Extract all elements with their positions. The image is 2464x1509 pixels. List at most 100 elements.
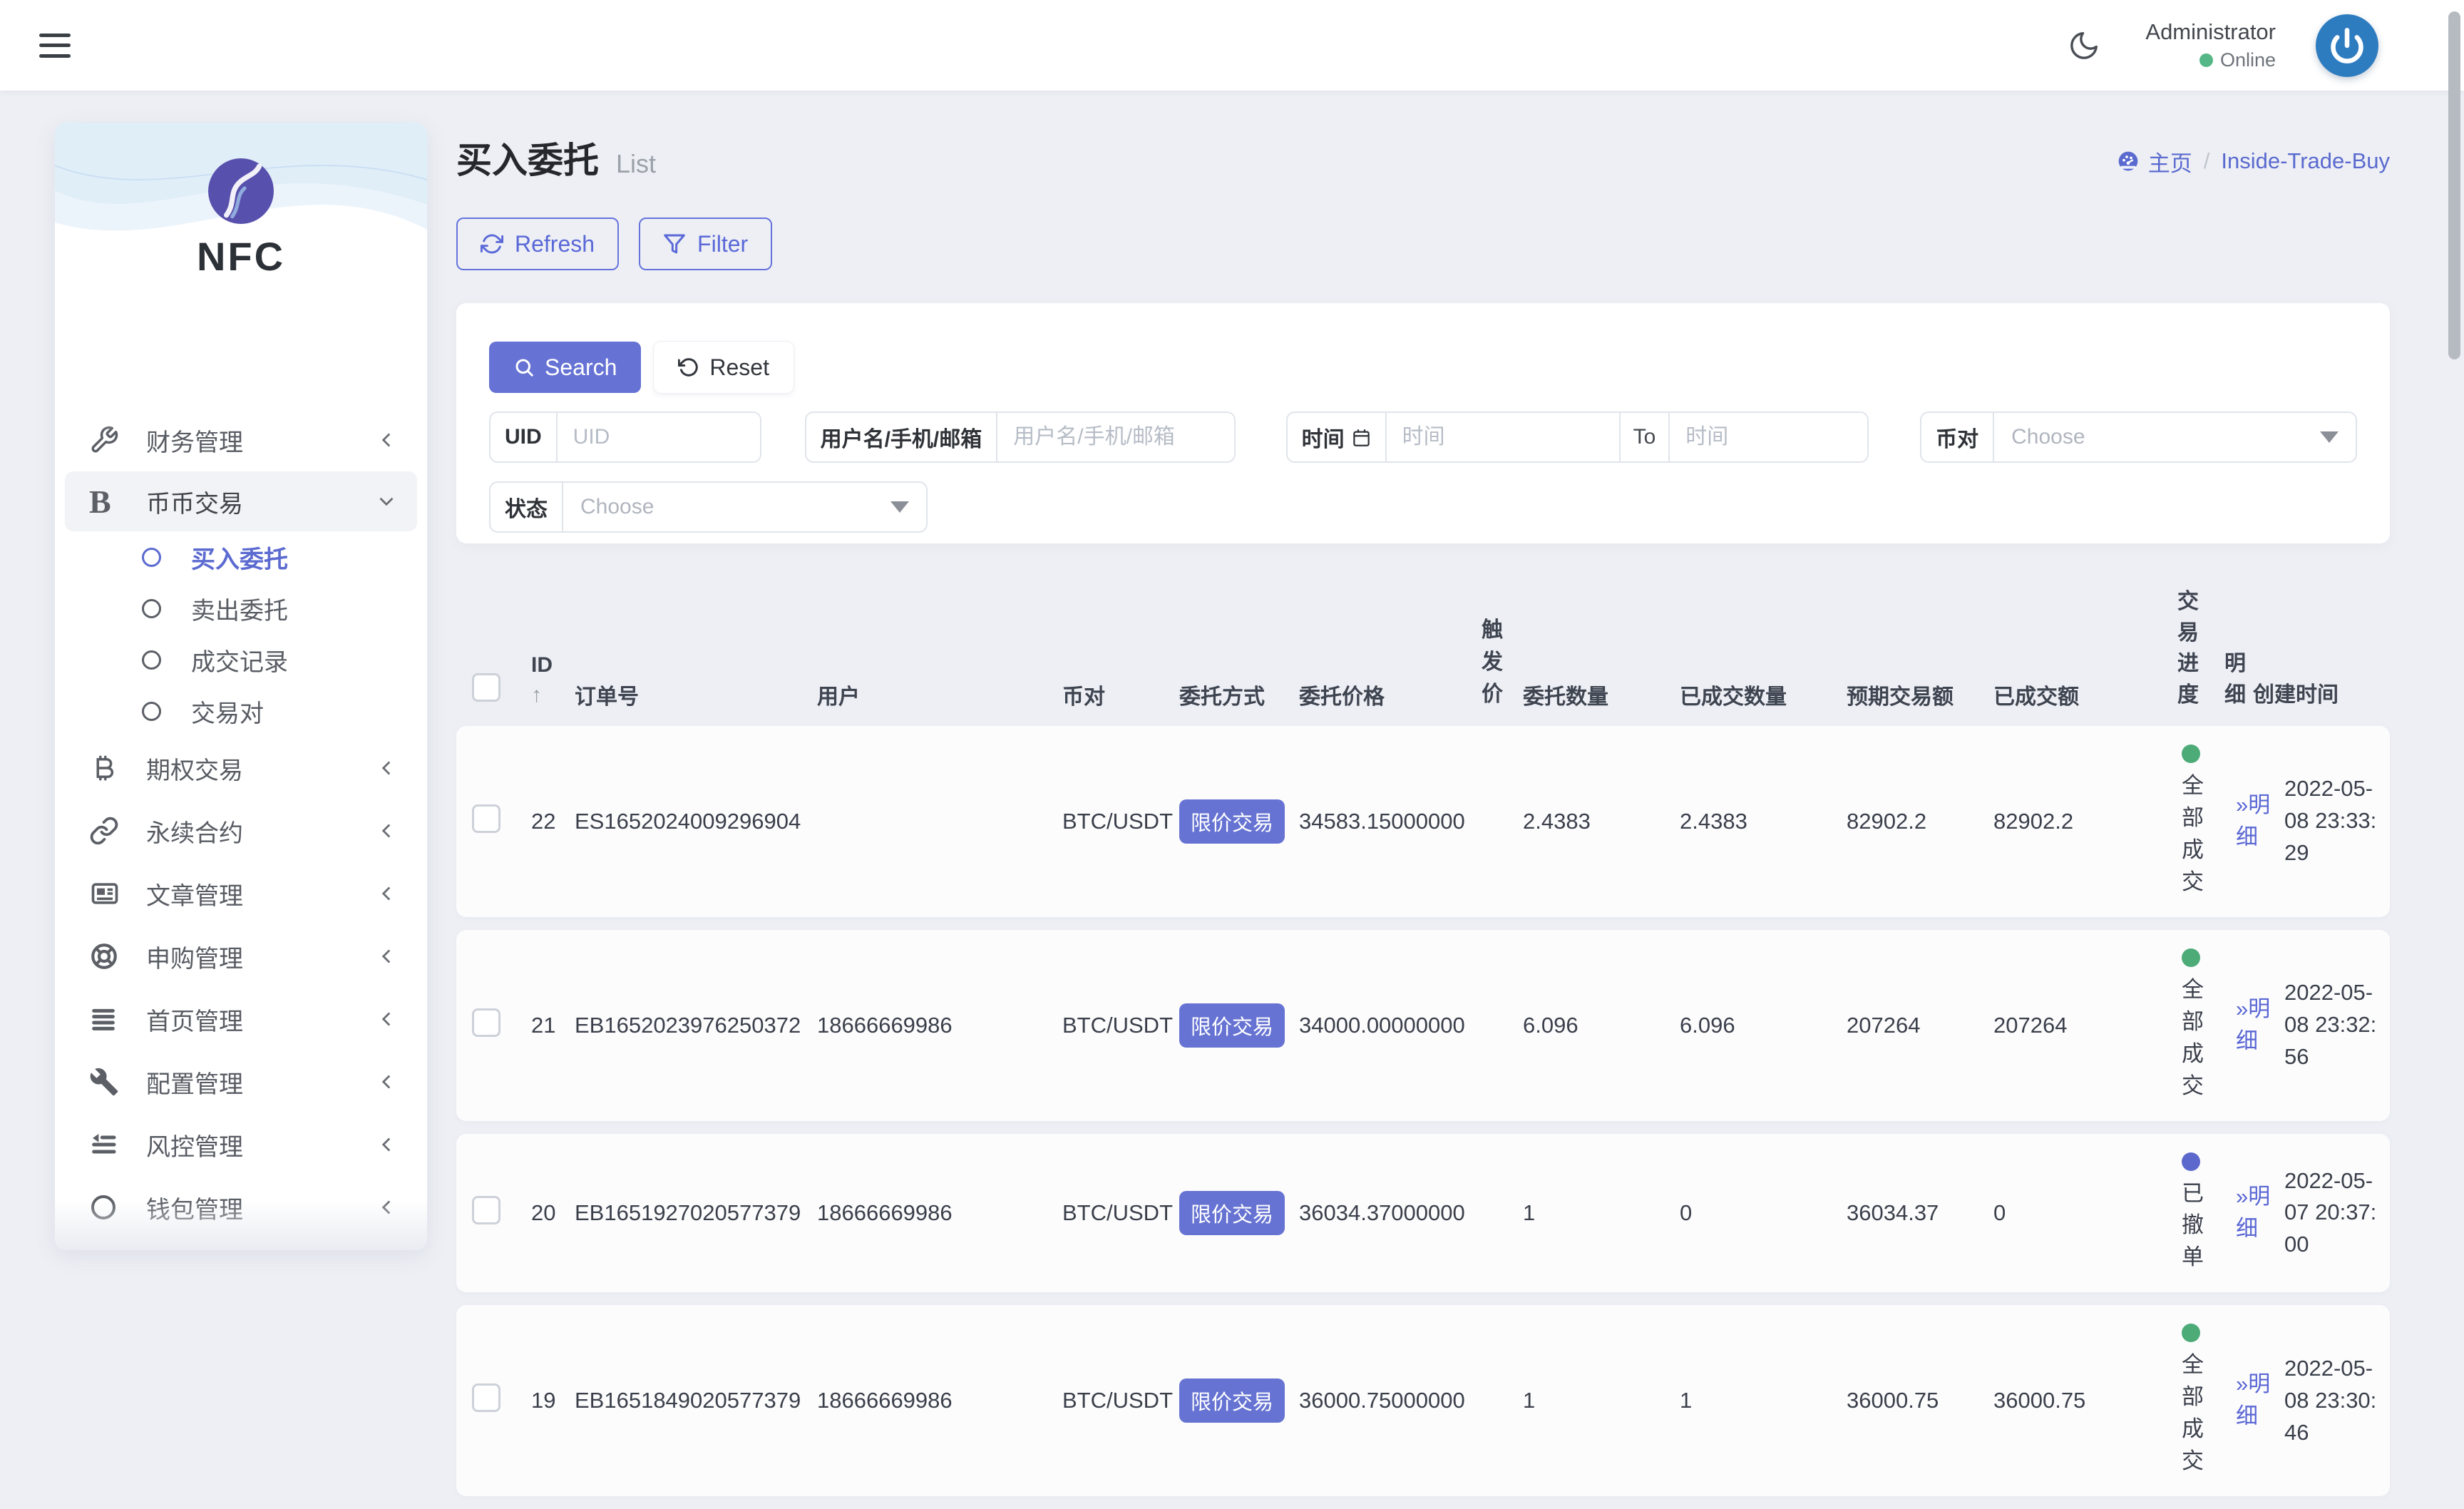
chevron-left-icon [374, 819, 399, 843]
sidebar-subitem-trading-pairs[interactable]: 交易对 [55, 685, 427, 737]
header-price: 委托价格 [1299, 679, 1482, 710]
row-checkbox[interactable] [472, 804, 500, 833]
order-type-badge: 限价交易 [1179, 1191, 1285, 1235]
avatar[interactable] [2316, 14, 2378, 77]
brand[interactable]: NFC [55, 157, 427, 280]
dark-mode-toggle[interactable] [2063, 24, 2105, 67]
sidebar-subitem-trade-records[interactable]: 成交记录 [55, 634, 427, 685]
cell-pair: BTC/USDT [1062, 809, 1179, 834]
status-text: 已撤单 [2182, 1178, 2207, 1274]
sidebar-item-label: 申购管理 [146, 939, 243, 974]
sidebar-item-spot-trade[interactable]: B 币币交易 [65, 471, 417, 531]
pair-select[interactable]: Choose [1994, 413, 2356, 461]
refresh-label: Refresh [515, 231, 595, 257]
sidebar-item-articles[interactable]: 文章管理 [55, 862, 427, 925]
header-expected: 预期交易额 [1847, 679, 1993, 710]
row-checkbox[interactable] [472, 1008, 500, 1037]
page-scrollbar[interactable] [2448, 11, 2460, 359]
cell-filled-total: 36000.75 [1993, 1388, 2177, 1413]
sidebar-item-label: 钱包管理 [146, 1190, 243, 1225]
reset-button[interactable]: Reset [654, 342, 794, 393]
sidebar-item-label: 风控管理 [146, 1127, 243, 1162]
rotate-ccw-icon [678, 357, 699, 378]
breadcrumb-current[interactable]: Inside-Trade-Buy [2221, 148, 2390, 174]
sort-asc-icon[interactable]: ↑ [531, 680, 568, 710]
wrench-icon [89, 1067, 133, 1097]
cell-expected: 207264 [1847, 1013, 1993, 1038]
chevron-left-icon [374, 756, 399, 780]
order-type-badge: 限价交易 [1179, 1378, 1285, 1423]
page-subtitle: List [616, 149, 656, 179]
order-type-badge: 限价交易 [1179, 799, 1285, 844]
filter-button[interactable]: Filter [639, 218, 772, 270]
sidebar-item-options-trade[interactable]: 期权交易 [55, 737, 427, 799]
table-body: 22 ES1652024009296904 BTC/USDT 限价交易 3458… [456, 726, 2390, 1496]
detail-link[interactable]: »明细 [2236, 1184, 2270, 1241]
sidebar-item-subscriptions[interactable]: 申购管理 [55, 925, 427, 988]
cell-progress: 全部成交 [2177, 948, 2236, 1103]
search-button[interactable]: Search [489, 342, 641, 393]
status-text: 全部成交 [2182, 1349, 2207, 1478]
cell-amount: 1 [1523, 1388, 1680, 1413]
sidebar-item-staking[interactable]: ¥ 质押挖矿 [55, 1239, 427, 1250]
sidebar-subitem-sell-orders[interactable]: 卖出委托 [55, 583, 427, 634]
sidebar-menu: 财务管理 B 币币交易 买入委托 卖出委托 成交记录 交易对 [55, 409, 427, 1250]
tool-icon [89, 425, 133, 455]
search-icon [513, 357, 535, 378]
cell-filled: 1 [1680, 1388, 1847, 1413]
cell-id: 21 [531, 1013, 575, 1038]
detail-link[interactable]: »明细 [2236, 792, 2270, 849]
detail-link[interactable]: »明细 [2236, 1371, 2270, 1428]
detail-link[interactable]: »明细 [2236, 996, 2270, 1053]
status-dot [2182, 1324, 2200, 1342]
table-row: 19 EB1651849020577379 18666669986 BTC/US… [456, 1305, 2390, 1496]
sidebar-subitem-label: 交易对 [191, 694, 264, 729]
cell-expected: 82902.2 [1847, 809, 1993, 834]
cell-price: 36000.75000000 [1299, 1388, 1482, 1413]
refresh-button[interactable]: Refresh [456, 218, 619, 270]
status-text: 全部成交 [2182, 974, 2207, 1103]
uid-input[interactable] [558, 413, 760, 461]
select-all-checkbox[interactable] [472, 673, 500, 702]
sidebar-item-homepage[interactable]: 首页管理 [55, 988, 427, 1050]
brand-name: NFC [55, 233, 427, 280]
menu-toggle-icon[interactable] [39, 34, 71, 58]
sidebar-item-label: 期权交易 [146, 751, 243, 786]
sidebar-item-perpetual-contracts[interactable]: 永续合约 [55, 799, 427, 862]
sidebar-item-wallet[interactable]: 钱包管理 [55, 1176, 427, 1239]
header-order-no: 订单号 [575, 679, 817, 710]
row-checkbox[interactable] [472, 1196, 500, 1224]
status-dot [2182, 948, 2200, 967]
sidebar-item-finance[interactable]: 财务管理 [55, 409, 427, 471]
uid-field-group: UID [489, 411, 761, 463]
sidebar-item-risk-control[interactable]: 风控管理 [55, 1113, 427, 1176]
online-dot [2199, 53, 2213, 67]
uid-label: UID [491, 413, 558, 461]
breadcrumb-home[interactable]: 主页 [2117, 145, 2192, 178]
pair-select-value: Choose [2011, 425, 2085, 449]
table-header: ID↑ 订单号 用户 币对 委托方式 委托价格 触发价 委托数量 已成交数量 预… [456, 586, 2390, 726]
newspaper-icon [89, 878, 133, 909]
header-amount: 委托数量 [1523, 679, 1680, 710]
orders-table: ID↑ 订单号 用户 币对 委托方式 委托价格 触发价 委托数量 已成交数量 预… [456, 586, 2390, 1496]
circle-icon [142, 599, 161, 618]
page-title: 买入委托 [456, 132, 599, 183]
time-start-input[interactable] [1387, 413, 1619, 461]
breadcrumb-home-label: 主页 [2148, 145, 2192, 178]
header-pair: 币对 [1062, 679, 1179, 710]
cell-order-no: EB1651927020577379 [575, 1200, 817, 1226]
sidebar-subitem-buy-orders[interactable]: 买入委托 [55, 531, 427, 583]
status-select[interactable]: Choose [563, 483, 926, 531]
user-input[interactable] [997, 413, 1233, 461]
toolbar: Refresh Filter [456, 218, 2390, 270]
sidebar-item-configuration[interactable]: 配置管理 [55, 1050, 427, 1113]
cell-amount: 1 [1523, 1200, 1680, 1226]
time-end-input[interactable] [1670, 413, 1867, 461]
header-id[interactable]: ID↑ [531, 650, 575, 710]
cell-pair: BTC/USDT [1062, 1200, 1179, 1226]
sidebar-item-label: 首页管理 [146, 1002, 243, 1037]
row-checkbox[interactable] [472, 1383, 500, 1412]
time-range-group: 时间 To [1286, 411, 1869, 463]
cell-user: 18666669986 [817, 1200, 1062, 1226]
top-navbar: Administrator Online [0, 0, 2464, 91]
